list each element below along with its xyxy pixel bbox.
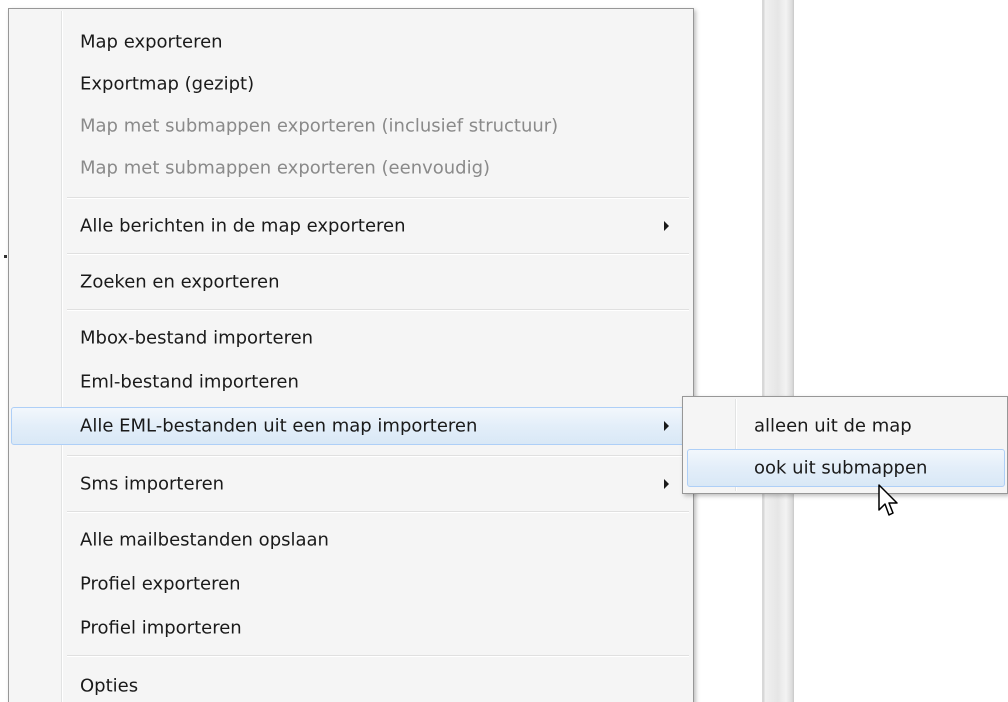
menu-item-options[interactable]: Opties (11, 667, 691, 702)
submenu-item-include-subfolders[interactable]: ook uit submappen (687, 449, 1005, 487)
menu-item-profile-import[interactable]: Profiel importeren (11, 609, 691, 647)
menu-separator (67, 309, 689, 311)
menu-item-map-exporteren[interactable]: Map exporteren (11, 23, 691, 61)
submenu-item-only-folder[interactable]: alleen uit de map (687, 407, 1005, 445)
menu-separator (67, 655, 689, 657)
submenu-item-label: alleen uit de map (754, 415, 912, 437)
menu-item-label: Exportmap (gezipt) (80, 73, 255, 95)
chevron-right-icon (664, 221, 669, 231)
menu-item-label: Profiel exporteren (80, 573, 241, 595)
mouse-pointer-icon (878, 484, 898, 516)
menu-item-label: Alle berichten in de map exporteren (80, 215, 406, 237)
menu-item-label: Alle EML-bestanden uit een map importere… (80, 415, 478, 437)
screen: Map exporteren Exportmap (gezipt) Map me… (0, 0, 1008, 702)
menu-item-label: Opties (80, 675, 139, 697)
submenu: alleen uit de map ook uit submappen (682, 396, 1008, 494)
menu-item-mbox-import[interactable]: Mbox-bestand importeren (11, 319, 691, 357)
submenu-item-label: ook uit submappen (754, 457, 928, 479)
menu-item-label: Profiel importeren (80, 617, 242, 639)
chevron-right-icon (664, 479, 669, 489)
menu-item-label: Alle mailbestanden opslaan (80, 529, 329, 551)
menu-item-eml-import[interactable]: Eml-bestand importeren (11, 363, 691, 401)
menu-item-export-simple: Map met submappen exporteren (eenvoudig) (11, 149, 691, 187)
background-scrollbar[interactable] (762, 0, 794, 702)
menu-item-export-with-structure: Map met submappen exporteren (inclusief … (11, 107, 691, 145)
menu-separator (67, 197, 689, 199)
menu-separator (67, 511, 689, 513)
menu-item-label: Zoeken en exporteren (80, 271, 280, 293)
menu-item-export-all-messages[interactable]: Alle berichten in de map exporteren (11, 207, 691, 245)
menu-item-label: Mbox-bestand importeren (80, 327, 314, 349)
chevron-right-icon (664, 421, 669, 431)
menu-item-import-all-eml[interactable]: Alle EML-bestanden uit een map importere… (11, 407, 691, 445)
menu-item-label: Map met submappen exporteren (eenvoudig) (80, 157, 491, 179)
menu-item-label: Sms importeren (80, 473, 225, 495)
menu-item-label: Map exporteren (80, 31, 223, 53)
menu-item-profile-export[interactable]: Profiel exporteren (11, 565, 691, 603)
menu-item-label: Eml-bestand importeren (80, 371, 299, 393)
menu-item-exportmap-gezipt[interactable]: Exportmap (gezipt) (11, 65, 691, 103)
menu-item-save-all-mail[interactable]: Alle mailbestanden opslaan (11, 521, 691, 559)
context-menu: Map exporteren Exportmap (gezipt) Map me… (8, 8, 694, 702)
menu-item-sms-import[interactable]: Sms importeren (11, 465, 691, 503)
menu-separator (67, 455, 689, 457)
menu-item-label: Map met submappen exporteren (inclusief … (80, 115, 559, 137)
background-window (0, 0, 8, 702)
menu-separator (67, 253, 689, 255)
menu-item-search-export[interactable]: Zoeken en exporteren (11, 263, 691, 301)
background-mark (4, 255, 7, 258)
